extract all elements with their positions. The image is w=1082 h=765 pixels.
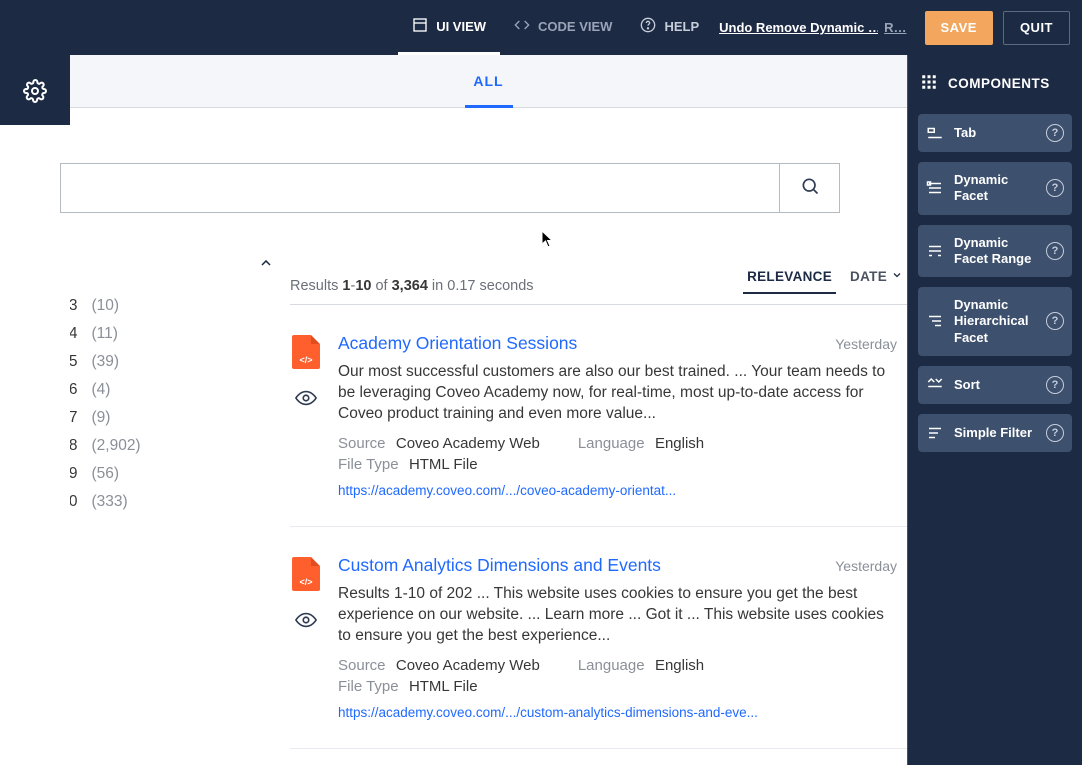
component-label: Sort — [954, 377, 1036, 393]
result-item: Academy Orientation Sessions Yesterday O… — [290, 305, 907, 527]
component-help-icon[interactable]: ? — [1046, 312, 1064, 330]
component-help-icon[interactable]: ? — [1046, 424, 1064, 442]
preview-icon[interactable] — [295, 387, 317, 414]
facet-count: (4) — [91, 381, 110, 399]
ui-view-tab[interactable]: UI VIEW — [398, 0, 500, 55]
preview-icon[interactable] — [295, 609, 317, 636]
chevron-up-icon[interactable] — [258, 255, 274, 276]
result-title[interactable]: Custom Analytics Dimensions and Events — [338, 555, 661, 576]
help-label: HELP — [664, 19, 699, 34]
component-tab[interactable]: Tab ? — [918, 114, 1072, 152]
code-view-label: CODE VIEW — [538, 19, 612, 34]
component-icon — [926, 312, 944, 330]
facet-label: 2020 — [70, 493, 77, 511]
component-dynamic-facet-range[interactable]: Dynamic Facet Range ? — [918, 225, 1072, 278]
facet-label: 2017 — [70, 409, 77, 427]
component-icon — [926, 179, 944, 197]
results-summary: Results 1-10 of 3,364 in 0.17 seconds — [290, 278, 534, 294]
tabs-row: ALL — [70, 55, 907, 108]
facet-item-2014[interactable]: 2014 (11) — [70, 320, 274, 348]
facet-label: 2018 — [70, 437, 77, 455]
facet-label: 2016 — [70, 381, 77, 399]
component-help-icon[interactable]: ? — [1046, 376, 1064, 394]
facet-item-2019[interactable]: 2019 (56) — [70, 460, 274, 488]
ui-view-label: UI VIEW — [436, 19, 486, 34]
component-label: Simple Filter — [954, 425, 1036, 441]
facet-label: 2013 — [70, 297, 77, 315]
component-dynamic-hierarchical-facet[interactable]: Dynamic Hierarchical Facet ? — [918, 287, 1072, 356]
component-dynamic-facet[interactable]: Dynamic Facet ? — [918, 162, 1072, 215]
facet-item-2015[interactable]: 2015 (39) — [70, 348, 274, 376]
facet-count: (10) — [91, 297, 119, 315]
facet-count: (11) — [91, 325, 117, 343]
html-file-icon — [292, 557, 320, 591]
facet-count: (9) — [91, 409, 110, 427]
result-url[interactable]: https://academy.coveo.com/.../coveo-acad… — [338, 483, 897, 498]
facet-item-2020[interactable]: 2020 (333) — [70, 488, 274, 516]
facet-count: (333) — [91, 493, 127, 511]
component-help-icon[interactable]: ? — [1046, 179, 1064, 197]
component-label: Dynamic Facet Range — [954, 235, 1036, 268]
result-excerpt: Our most successful customers are also o… — [338, 362, 897, 425]
chevron-down-icon — [891, 269, 903, 284]
facet-count: (56) — [91, 465, 119, 483]
sort-date-label: DATE — [850, 269, 887, 284]
result-excerpt: Results 1-10 of 202 ... This website use… — [338, 584, 897, 647]
facet-item-2013[interactable]: 2013 (10) — [70, 292, 274, 320]
component-sort[interactable]: Sort ? — [918, 366, 1072, 404]
component-label: Dynamic Hierarchical Facet — [954, 297, 1036, 346]
ui-view-icon — [412, 17, 428, 36]
result-title[interactable]: Academy Orientation Sessions — [338, 333, 577, 354]
result-url[interactable]: https://academy.coveo.com/.../custom-ana… — [338, 705, 897, 720]
facet-item-2017[interactable]: 2017 (9) — [70, 404, 274, 432]
components-panel: COMPONENTS Tab ? Dynamic Facet ? Dynamic… — [908, 55, 1082, 765]
component-icon — [926, 376, 944, 394]
component-help-icon[interactable]: ? — [1046, 242, 1064, 260]
help-icon — [640, 17, 656, 36]
facet-count: (2,902) — [91, 437, 140, 455]
grid-icon — [920, 73, 938, 94]
component-icon — [926, 242, 944, 260]
sort-date[interactable]: DATE — [846, 261, 907, 294]
facet-item-2016[interactable]: 2016 (4) — [70, 376, 274, 404]
search-icon — [800, 176, 820, 201]
component-icon — [926, 424, 944, 442]
code-view-icon — [514, 17, 530, 36]
result-date: Yesterday — [835, 558, 897, 574]
component-label: Tab — [954, 125, 1036, 141]
facet-label: 2014 — [70, 325, 77, 343]
components-title: COMPONENTS — [948, 76, 1050, 91]
tab-all[interactable]: ALL — [70, 55, 907, 107]
quit-button[interactable]: QUIT — [1003, 11, 1070, 45]
component-icon — [926, 124, 944, 142]
help-tab[interactable]: HELP — [626, 0, 713, 55]
facet-label: 2015 — [70, 353, 77, 371]
result-date: Yesterday — [835, 336, 897, 352]
tab-all-label: ALL — [473, 73, 503, 89]
sort-relevance[interactable]: RELEVANCE — [743, 261, 836, 294]
component-help-icon[interactable]: ? — [1046, 124, 1064, 142]
code-view-tab[interactable]: CODE VIEW — [500, 0, 626, 55]
results-column: Results 1-10 of 3,364 in 0.17 seconds RE… — [290, 243, 907, 765]
redo-link[interactable]: R… — [878, 0, 912, 55]
component-label: Dynamic Facet — [954, 172, 1036, 205]
facet-item-2018[interactable]: 2018 (2,902) — [70, 432, 274, 460]
html-file-icon — [292, 335, 320, 369]
undo-link[interactable]: Undo Remove Dynamic … — [713, 0, 878, 55]
top-bar: UI VIEW CODE VIEW HELP Undo Remove Dynam… — [0, 0, 1082, 55]
result-item: Custom Analytics Dimensions and Events Y… — [290, 527, 907, 749]
facet-count: (39) — [91, 353, 119, 371]
save-button[interactable]: SAVE — [925, 11, 993, 45]
search-box — [60, 163, 840, 213]
search-input[interactable] — [61, 164, 779, 212]
facet-year: Year 2013 (10) 2014 (11) 2015 (39) 2016 … — [70, 243, 290, 765]
facet-label: 2019 — [70, 465, 77, 483]
search-button[interactable] — [779, 164, 839, 212]
component-simple-filter[interactable]: Simple Filter ? — [918, 414, 1072, 452]
